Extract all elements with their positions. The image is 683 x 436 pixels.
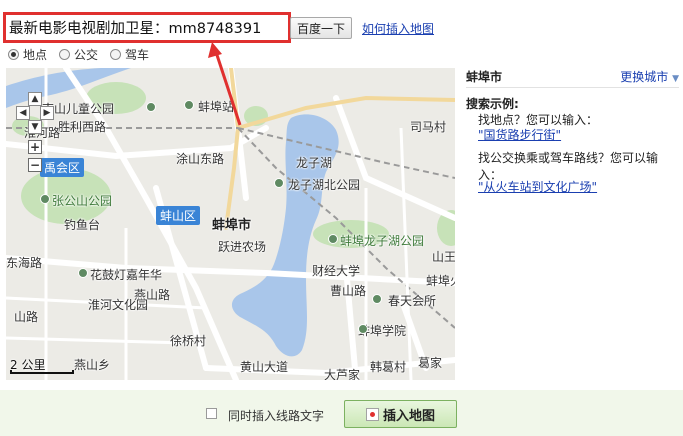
mode-drive[interactable]: 驾车 xyxy=(110,46,149,63)
radio-icon[interactable] xyxy=(59,49,71,60)
bus-route-example-link[interactable]: "从火车站到文化广场" xyxy=(478,178,597,195)
pan-right-icon[interactable]: ▶ xyxy=(40,106,54,120)
mode-label: 地点 xyxy=(23,48,48,62)
zoom-out-icon[interactable]: − xyxy=(28,158,42,172)
map-label-dalu: 大芦家 xyxy=(324,368,361,380)
map-label-diaoyutai: 钓鱼台 xyxy=(64,218,101,232)
map-label-caidu-university: 财经大学 xyxy=(312,264,361,278)
map-label-huaihe-culture: 淮河文化园 xyxy=(88,298,149,312)
city-header: 蚌埠市 更换城市 ▼ xyxy=(466,68,679,88)
pan-left-icon[interactable]: ◀ xyxy=(16,106,30,120)
side-panel: 蚌埠市 更换城市 ▼ 搜索示例: 找地点？您可以输入： "国货路步行街" 找公交… xyxy=(458,68,683,380)
map-label-xuqiao: 徐桥村 xyxy=(170,334,207,348)
poi-marker[interactable] xyxy=(372,294,382,304)
map-label-longzi-north-park: 龙子湖北公园 xyxy=(288,178,361,192)
map-label-chunyi-hall: 春天会所 xyxy=(388,294,437,308)
change-city-label: 更换城市 xyxy=(620,70,669,84)
map-scale-bar xyxy=(10,370,74,374)
poi-marker[interactable] xyxy=(358,324,368,334)
map-label-huangshan-ave: 黄山大道 xyxy=(240,360,289,374)
map-label-tushan-east: 涂山东路 xyxy=(176,152,225,166)
map-marker-icon xyxy=(365,407,379,421)
poi-marker[interactable] xyxy=(146,102,156,112)
insert-route-text-label: 同时插入线路文字 xyxy=(228,409,325,423)
find-place-example-link[interactable]: "国货路步行街" xyxy=(478,126,561,143)
mode-bus[interactable]: 公交 xyxy=(59,46,98,63)
map-view[interactable]: 南山儿童公园 蚌埠站 胜利西路 淮河路 涂山东路 龙子湖 龙子湖北公园 禹会区 … xyxy=(6,68,455,380)
pan-up-icon[interactable]: ▲ xyxy=(28,92,42,106)
toolbar: 百度一下 如何插入地图 地点 公交 驾车 xyxy=(0,0,683,68)
map-label-yanshanxiang: 燕山乡 xyxy=(74,358,111,372)
radio-icon[interactable] xyxy=(8,49,19,60)
map-label-bengbu-huo: 蚌埠火 xyxy=(426,274,455,288)
search-example-title: 搜索示例: xyxy=(466,97,519,111)
poi-marker[interactable] xyxy=(78,268,88,278)
map-label-shengli-road: 胜利西路 xyxy=(58,120,107,134)
insert-map-button[interactable]: 插入地图 xyxy=(344,400,457,428)
pan-down-icon[interactable]: ▼ xyxy=(28,120,42,134)
district-badge-yuhui: 禹会区 xyxy=(40,158,85,177)
map-label-shanli-road: 山路 xyxy=(14,310,39,324)
map-label-caoshan-road: 曹山路 xyxy=(330,284,367,298)
map-label-gejia: 葛家 xyxy=(418,356,443,370)
poi-marker[interactable] xyxy=(40,194,50,204)
bottom-action-bar: 同时插入线路文字 插入地图 xyxy=(0,390,683,436)
insert-route-text-checkbox[interactable] xyxy=(206,408,217,419)
help-link[interactable]: 如何插入地图 xyxy=(362,20,434,37)
map-label-hanzhuang: 韩葛村 xyxy=(370,360,407,374)
find-place-example: 国货路步行街 xyxy=(483,128,556,142)
zoom-in-icon[interactable]: + xyxy=(28,140,42,154)
search-mode-group: 地点 公交 驾车 xyxy=(8,46,149,63)
poi-marker[interactable] xyxy=(184,100,194,110)
current-city: 蚌埠市 xyxy=(466,70,503,84)
mode-place[interactable]: 地点 xyxy=(8,46,47,63)
insert-map-label: 插入地图 xyxy=(382,408,435,424)
map-label-bengbu-city: 蚌埠市 xyxy=(212,218,252,233)
poi-marker[interactable] xyxy=(328,234,338,244)
chevron-down-icon: ▼ xyxy=(672,74,679,84)
map-label-shanwang: 山王 xyxy=(432,250,455,264)
map-label-huagu-zone: 花鼓灯嘉年华 xyxy=(90,268,163,282)
change-city-link[interactable]: 更换城市 ▼ xyxy=(620,68,679,85)
bus-route-example: 从火车站到文化广场 xyxy=(483,180,592,194)
map-label-longzi-lake: 龙子湖 xyxy=(296,156,333,170)
map-label-simacun: 司马村 xyxy=(410,120,447,134)
district-badge-bengshan: 蚌山区 xyxy=(156,206,201,225)
search-input[interactable] xyxy=(9,19,288,36)
poi-marker[interactable] xyxy=(274,178,284,188)
map-label-zhangshan-park: 张公山公园 xyxy=(52,194,113,208)
map-label-longzi-park: 蚌埠龙子湖公园 xyxy=(340,234,425,248)
map-label-yuejin-farm: 跃进农场 xyxy=(218,240,267,254)
mode-label: 驾车 xyxy=(125,48,150,62)
map-label-bengbu-station: 蚌埠站 xyxy=(198,100,235,114)
search-button[interactable]: 百度一下 xyxy=(290,17,352,39)
map-label-donghai-road: 东海路 xyxy=(6,256,43,270)
mode-label: 公交 xyxy=(74,48,99,62)
search-box[interactable] xyxy=(3,12,291,43)
radio-icon[interactable] xyxy=(110,49,122,60)
